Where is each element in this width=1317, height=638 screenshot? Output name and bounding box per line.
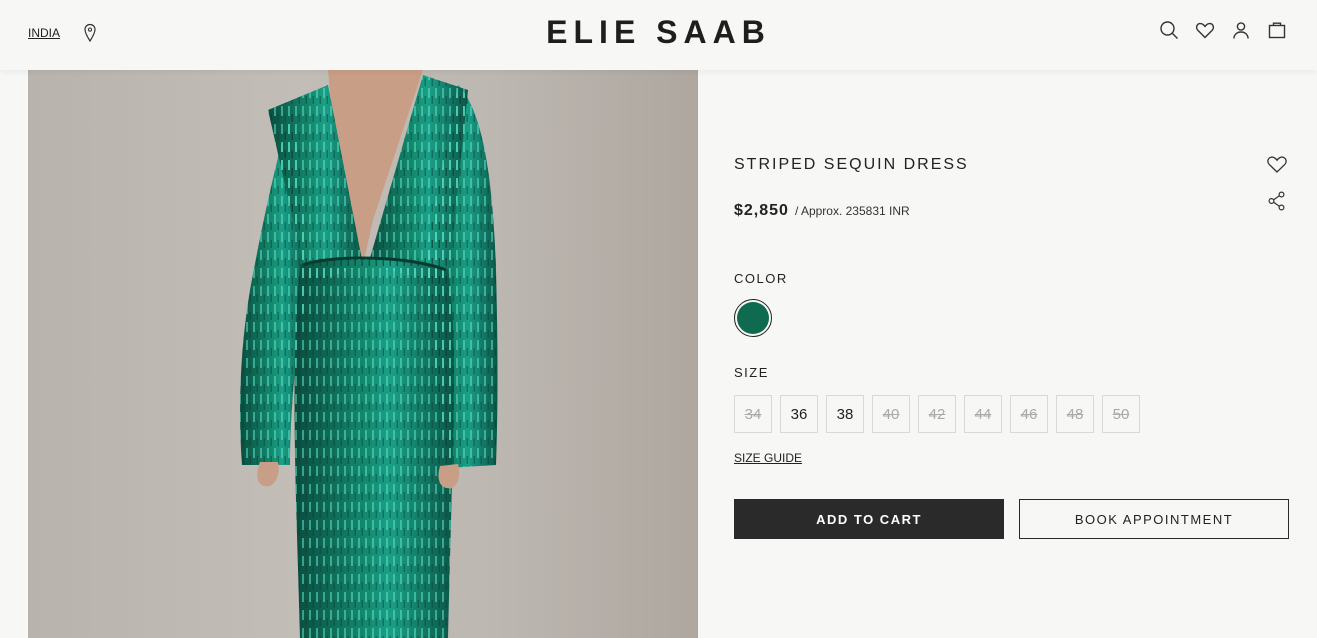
size-option-38[interactable]: 38: [826, 395, 864, 433]
size-option-34[interactable]: 34: [734, 395, 772, 433]
size-option-36[interactable]: 36: [780, 395, 818, 433]
brand-logo[interactable]: ELIE SAAB: [0, 14, 1317, 51]
size-option-44[interactable]: 44: [964, 395, 1002, 433]
header-actions: [1159, 20, 1287, 40]
size-option-46[interactable]: 46: [1010, 395, 1048, 433]
size-guide-link[interactable]: SIZE GUIDE: [734, 451, 802, 465]
size-option-48[interactable]: 48: [1056, 395, 1094, 433]
color-swatch-green[interactable]: [734, 299, 772, 337]
product-title: STRIPED SEQUIN DRESS: [734, 156, 969, 173]
product-image[interactable]: [28, 70, 698, 638]
book-appointment-button[interactable]: BOOK APPOINTMENT: [1019, 499, 1289, 539]
size-option-42[interactable]: 42: [918, 395, 956, 433]
approx-local-price: / Approx. 235831 INR: [794, 204, 910, 218]
dress-illustration: [240, 70, 498, 638]
size-option-40[interactable]: 40: [872, 395, 910, 433]
search-icon[interactable]: [1159, 20, 1179, 40]
add-to-cart-button[interactable]: ADD TO CART: [734, 499, 1004, 539]
size-label: SIZE: [734, 365, 769, 380]
heart-icon[interactable]: [1195, 20, 1215, 40]
user-icon[interactable]: [1231, 20, 1251, 40]
bag-icon[interactable]: [1267, 20, 1287, 40]
product-price: $2,850: [734, 202, 789, 219]
site-header: INDIA ELIE SAAB: [0, 0, 1317, 70]
share-icon[interactable]: [1266, 190, 1288, 212]
size-option-50[interactable]: 50: [1102, 395, 1140, 433]
size-options: 34 36 38 40 42 44 46 48 50: [734, 395, 1140, 433]
color-swatch-fill: [737, 302, 769, 334]
price-row: $2,850 / Approx. 235831 INR: [734, 202, 910, 220]
color-label: COLOR: [734, 271, 788, 286]
add-to-wishlist-heart-icon[interactable]: [1266, 154, 1288, 174]
